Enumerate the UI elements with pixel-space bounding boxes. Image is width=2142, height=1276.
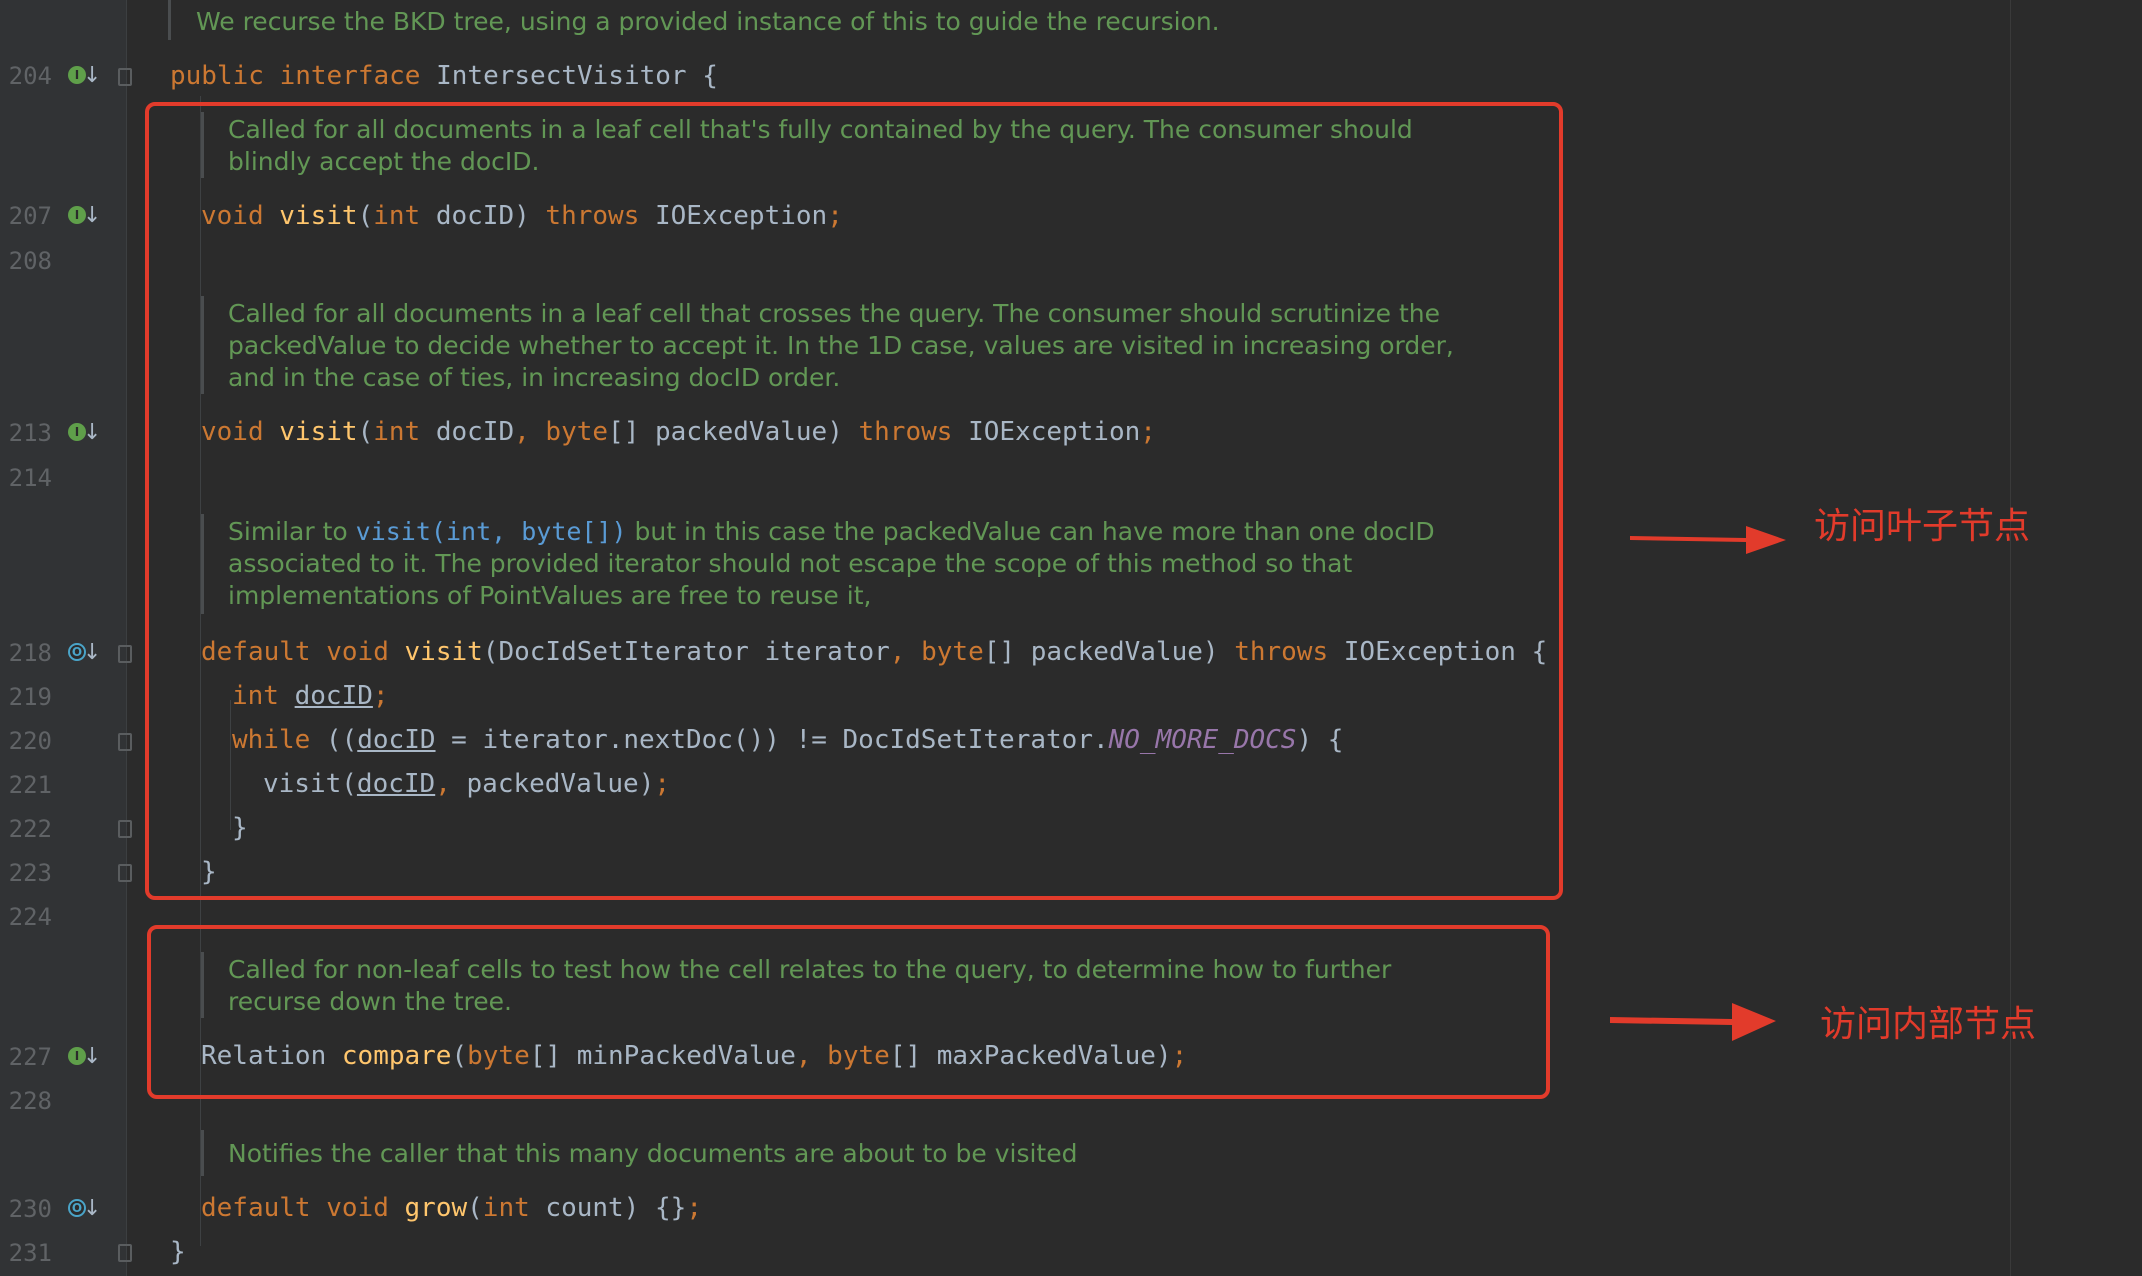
- line-number: 208: [8, 247, 52, 275]
- doc-comment: Notifies the caller that this many docum…: [228, 1139, 1078, 1168]
- doc-comment-bar: [201, 1130, 204, 1176]
- doc-comment-bar: [168, 0, 171, 40]
- line-number: 228: [8, 1087, 52, 1115]
- line-number: 224: [8, 903, 52, 931]
- line-number: 220: [8, 727, 52, 755]
- line-number: 207: [8, 202, 52, 230]
- right-margin-guide: [2010, 0, 2011, 1276]
- line-number: 219: [8, 683, 52, 711]
- annotation-arrow-icon: [1610, 1003, 1776, 1041]
- overridden-marker-icon[interactable]: O ↓: [66, 639, 101, 667]
- fold-marker-icon[interactable]: [118, 645, 134, 665]
- gutter-separator: [126, 0, 127, 1276]
- line-number: 213: [8, 419, 52, 447]
- internal-visit-highlight-box: [147, 925, 1550, 1099]
- line-number: 223: [8, 859, 52, 887]
- fold-marker-icon[interactable]: [118, 1244, 134, 1264]
- line-number: 222: [8, 815, 52, 843]
- annotation-leaf-label: 访问叶子节点: [1814, 506, 2031, 547]
- fold-marker-icon[interactable]: [118, 733, 134, 753]
- implemented-marker-icon[interactable]: I ↓: [66, 62, 101, 90]
- method-grow: default void grow(int count) {};: [201, 1193, 702, 1223]
- implemented-marker-icon[interactable]: I ↓: [66, 202, 101, 230]
- fold-marker-icon[interactable]: [118, 68, 134, 88]
- line-number: 214: [8, 464, 52, 492]
- interface-closing-brace: }: [170, 1237, 186, 1267]
- annotation-arrow-icon: [1630, 526, 1786, 554]
- doc-comment: We recurse the BKD tree, using a provide…: [196, 7, 1220, 36]
- implemented-marker-icon[interactable]: I ↓: [66, 1043, 101, 1071]
- line-number: 221: [8, 771, 52, 799]
- line-number: 230: [8, 1195, 52, 1223]
- overridden-marker-icon[interactable]: O ↓: [66, 1195, 101, 1223]
- implemented-marker-icon[interactable]: I ↓: [66, 419, 101, 447]
- line-number: 204: [8, 62, 52, 90]
- line-number: 218: [8, 639, 52, 667]
- line-number: 231: [8, 1239, 52, 1267]
- fold-marker-icon[interactable]: [118, 820, 134, 840]
- annotation-internal-label: 访问内部节点: [1820, 1004, 2037, 1045]
- line-number: 227: [8, 1043, 52, 1071]
- fold-marker-icon[interactable]: [118, 864, 134, 884]
- interface-declaration: public interface IntersectVisitor {: [170, 61, 718, 91]
- leaf-visit-highlight-box: [145, 102, 1563, 900]
